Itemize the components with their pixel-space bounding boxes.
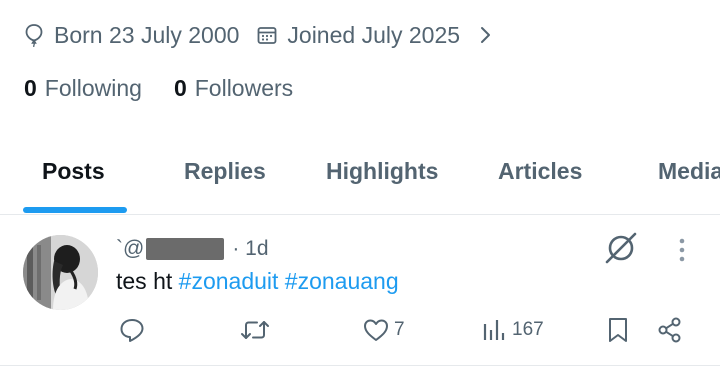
repost-button[interactable] — [240, 316, 270, 344]
tab-articles[interactable]: Articles — [498, 158, 582, 185]
post[interactable]: `@ · 1d tes ht #zonaduit #zonauang 7 167 — [0, 216, 720, 366]
tab-media[interactable]: Media — [658, 158, 720, 185]
post-text: tes ht #zonaduit #zonauang — [116, 268, 399, 295]
following-label: Following — [44, 74, 142, 101]
redacted-handle — [146, 238, 225, 260]
tab-highlights[interactable]: Highlights — [326, 158, 438, 185]
join-date-text: Joined July 2025 — [287, 21, 461, 48]
avatar[interactable] — [23, 235, 98, 310]
followers-link[interactable]: 0 Followers — [174, 75, 293, 102]
grok-button[interactable] — [603, 228, 639, 273]
balloon-icon — [25, 24, 43, 47]
following-count: 0 — [24, 74, 37, 101]
views-button[interactable]: 167 — [482, 316, 544, 344]
birth-date: Born 23 July 2000 — [24, 22, 239, 49]
join-date: Joined July 2025 — [257, 22, 460, 49]
share-icon — [658, 317, 681, 343]
post-actions: 7 167 — [0, 316, 720, 348]
post-body: tes ht — [116, 268, 179, 294]
post-handle-prefix[interactable]: `@ — [116, 237, 144, 261]
more-vertical-icon — [679, 238, 685, 262]
followers-count: 0 — [173, 74, 187, 101]
grok-icon — [605, 232, 637, 264]
post-time[interactable]: · 1d — [232, 237, 268, 261]
hashtag-link[interactable]: #zonaduit — [179, 268, 279, 294]
active-tab-indicator — [23, 207, 127, 213]
view-count: 167 — [512, 319, 544, 340]
repost-icon — [241, 321, 269, 339]
share-button[interactable] — [656, 316, 684, 344]
hashtag-link[interactable]: #zonauang — [285, 268, 399, 294]
tab-replies[interactable]: Replies — [184, 158, 266, 185]
profile-tabs: Posts Replies Highlights Articles Media — [0, 140, 720, 215]
profile-meta: Born 23 July 2000 Joined July 2025 — [24, 18, 492, 52]
tab-posts[interactable]: Posts — [42, 158, 105, 185]
more-info-button[interactable] — [478, 25, 492, 45]
followers-label: Followers — [194, 74, 294, 101]
post-header: `@ · 1d — [116, 234, 269, 264]
more-options-button[interactable] — [672, 236, 692, 269]
following-link[interactable]: 0 Following — [24, 75, 142, 102]
calendar-icon — [258, 27, 277, 44]
like-count: 7 — [394, 319, 405, 340]
reply-icon — [120, 319, 144, 342]
birth-date-text: Born 23 July 2000 — [54, 21, 240, 48]
heart-icon — [364, 319, 388, 341]
reply-button[interactable] — [118, 316, 146, 344]
bookmark-icon — [609, 318, 627, 342]
analytics-icon — [483, 320, 505, 340]
like-button[interactable]: 7 — [362, 316, 405, 344]
chevron-right-icon — [481, 27, 491, 43]
bookmark-button[interactable] — [606, 316, 630, 344]
follow-stats: 0 Following 0 Followers — [24, 72, 325, 104]
